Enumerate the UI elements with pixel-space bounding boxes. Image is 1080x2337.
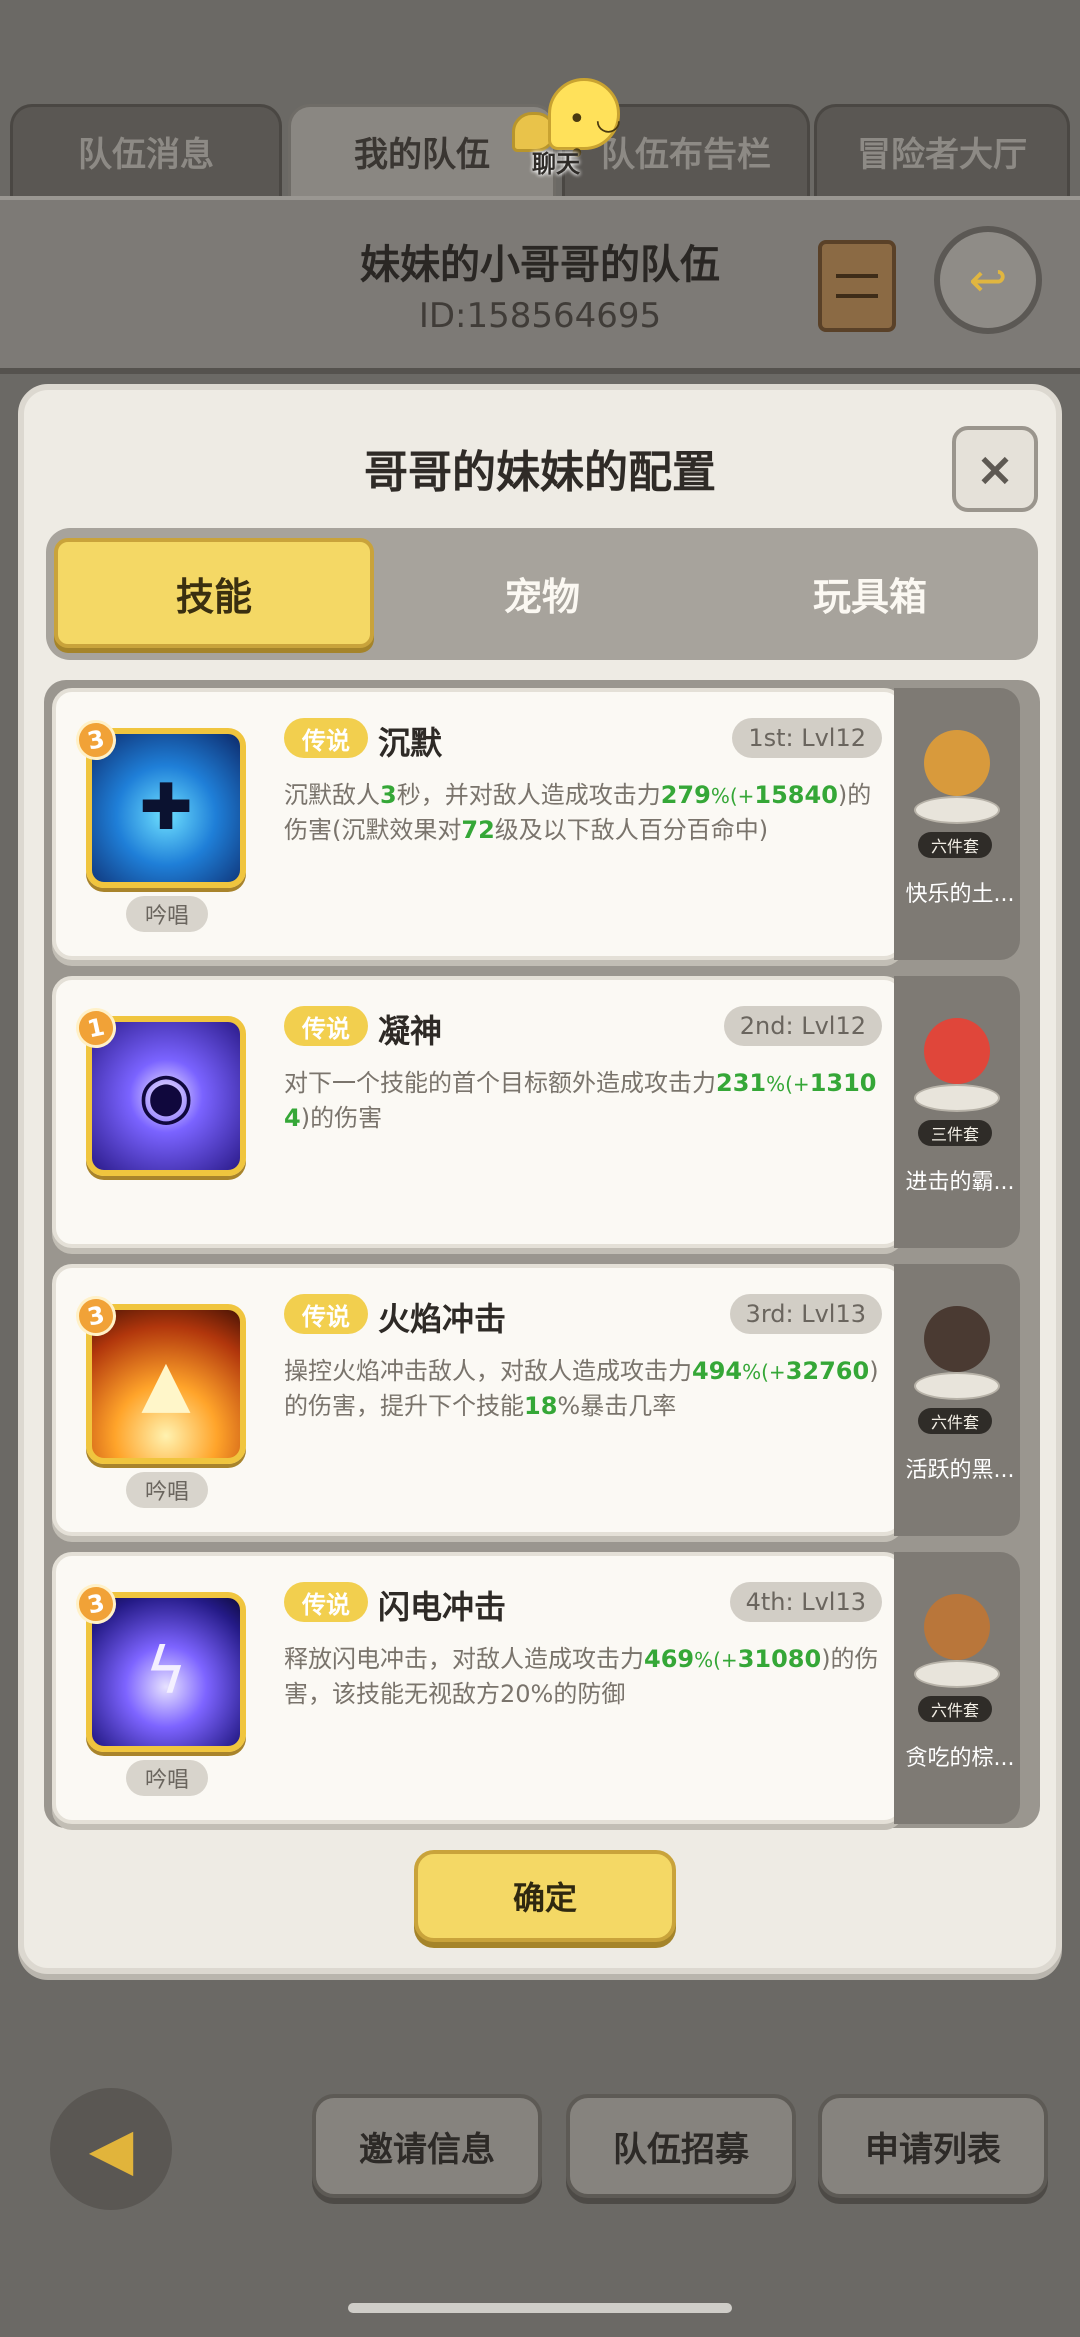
config-tabs: 技能 宠物 玩具箱 — [46, 528, 1038, 660]
skill-description: 对下一个技能的首个目标额外造成攻击力231%(+13104)的伤害 — [284, 1069, 877, 1132]
skill-name: 沉默 — [378, 724, 443, 762]
modal-title: 哥哥的妹妹的配置 — [364, 447, 716, 498]
close-button[interactable]: × — [952, 426, 1038, 512]
skill-slot-level: 1st: Lvl12 — [732, 718, 882, 758]
tab-pets[interactable]: 宠物 — [382, 538, 702, 648]
pet-name: 贪吃的棕... — [905, 1746, 1015, 1771]
back-button[interactable]: ◀ — [50, 2088, 172, 2210]
skill-description: 释放闪电冲击，对敌人造成攻击力469%(+31080)的伤害，该技能无视敌方20… — [284, 1645, 879, 1708]
skill-card[interactable]: ϟ 3 吟唱 传说 闪电冲击 4th: Lvl13 释放闪电冲击，对敌人造成攻击… — [52, 1552, 904, 1824]
chant-tag: 吟唱 — [126, 1760, 208, 1796]
confirm-button[interactable]: 确定 — [414, 1850, 676, 1942]
set-tag: 六件套 — [918, 1696, 992, 1722]
pet-card[interactable]: 六件套 快乐的土... — [894, 688, 1020, 960]
pet-card[interactable]: 六件套 活跃的黑... — [894, 1264, 1020, 1536]
pet-figure — [914, 996, 1000, 1120]
skill-card[interactable]: ◉ 1 传说 凝神 2nd: Lvl12 对下一个技能的首个目标额外造成攻击力2… — [52, 976, 904, 1248]
tab-team-messages[interactable]: 队伍消息 — [10, 104, 282, 196]
pet-name: 进击的霸... — [905, 1170, 1015, 1195]
skill-slot-level: 4th: Lvl13 — [729, 1582, 882, 1622]
tab-adventurer-hall[interactable]: 冒险者大厅 — [814, 104, 1070, 196]
skill-name: 闪电冲击 — [378, 1588, 507, 1626]
config-modal: 哥哥的妹妹的配置 × 技能 宠物 玩具箱 ✚ 3 吟唱 传说 沉默 1st: L… — [18, 384, 1062, 1974]
invite-info-button[interactable]: 邀请信息 — [312, 2094, 542, 2198]
apply-list-button[interactable]: 申请列表 — [818, 2094, 1048, 2198]
skill-description: 沉默敌人3秒，并对敌人造成攻击力279%(+15840)的伤害(沉默效果对72级… — [284, 781, 872, 844]
chant-tag: 吟唱 — [126, 896, 208, 932]
pet-name: 活跃的黑... — [905, 1458, 1015, 1483]
chat-label: 聊天 — [532, 150, 580, 178]
pet-card[interactable]: 六件套 贪吃的棕... — [894, 1552, 1020, 1824]
home-indicator[interactable] — [348, 2303, 732, 2313]
pet-name: 快乐的土... — [905, 882, 1015, 907]
scroll-icon[interactable] — [818, 240, 896, 332]
pet-figure — [914, 1284, 1000, 1408]
rarity-badge: 传说 — [284, 1294, 368, 1334]
team-id: ID:158564695 — [418, 296, 662, 336]
skill-slot-level: 3rd: Lvl13 — [729, 1294, 882, 1334]
pet-figure — [914, 1572, 1000, 1696]
team-recruit-button[interactable]: 队伍招募 — [566, 2094, 796, 2198]
chant-tag: 吟唱 — [126, 1472, 208, 1508]
skill-name: 火焰冲击 — [378, 1300, 507, 1338]
skill-name: 凝神 — [378, 1012, 443, 1050]
skill-description: 操控火焰冲击敌人，对敌人造成攻击力494%(+32760)的伤害，提升下个技能1… — [284, 1357, 879, 1420]
team-header: 妹妹的小哥哥的队伍 ID:158564695 ↩ — [0, 196, 1080, 374]
close-icon: × — [975, 442, 1015, 496]
set-tag: 六件套 — [918, 1408, 992, 1434]
rarity-badge: 传说 — [284, 1006, 368, 1046]
rarity-badge: 传说 — [284, 718, 368, 758]
tab-skills[interactable]: 技能 — [54, 538, 374, 648]
set-tag: 三件套 — [918, 1120, 992, 1146]
exit-icon[interactable]: ↩ — [934, 226, 1042, 334]
tab-toybox[interactable]: 玩具箱 — [710, 538, 1030, 648]
skill-card[interactable]: ✚ 3 吟唱 传说 沉默 1st: Lvl12 沉默敌人3秒，并对敌人造成攻击力… — [52, 688, 904, 960]
back-arrow-icon: ◀ — [88, 2115, 134, 2183]
pet-figure — [914, 708, 1000, 832]
skill-slot-level: 2nd: Lvl12 — [723, 1006, 882, 1046]
pet-card[interactable]: 三件套 进击的霸... — [894, 976, 1020, 1248]
set-tag: 六件套 — [918, 832, 992, 858]
rarity-badge: 传说 — [284, 1582, 368, 1622]
chat-button[interactable]: • ◡ • 聊天 — [508, 78, 626, 178]
team-name: 妹妹的小哥哥的队伍 — [360, 242, 720, 288]
skill-card[interactable]: ▲ 3 吟唱 传说 火焰冲击 3rd: Lvl13 操控火焰冲击敌人，对敌人造成… — [52, 1264, 904, 1536]
